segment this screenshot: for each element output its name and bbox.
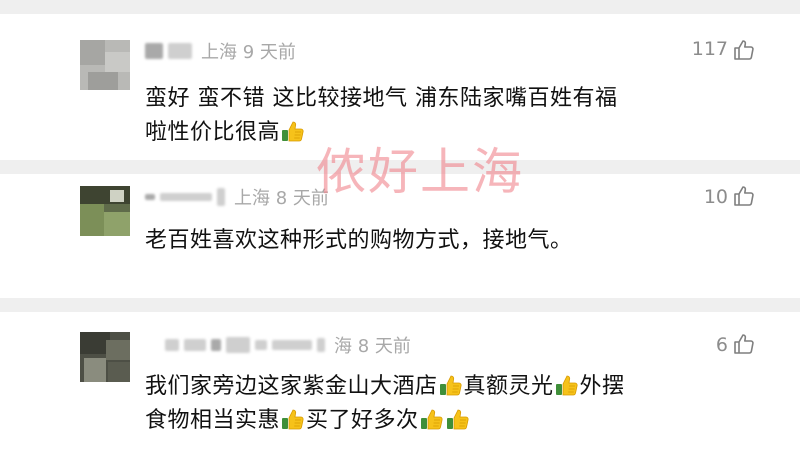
- comment-fragment: 食物相当实惠: [145, 408, 281, 433]
- username-redacted[interactable]: [211, 339, 221, 351]
- like-count: 117: [691, 38, 728, 60]
- username-redacted[interactable]: [168, 43, 192, 59]
- comment-line: 啦性价比很高: [145, 116, 617, 150]
- username-redacted[interactable]: [184, 339, 206, 351]
- avatar[interactable]: [80, 40, 130, 90]
- comment-fragment: 买了好多次: [306, 408, 419, 433]
- thumbs-up-emoji-icon: [446, 407, 470, 431]
- separator: [0, 298, 800, 312]
- location-time: 海 8 天前: [334, 336, 411, 357]
- thumbs-up-emoji-icon: [555, 373, 579, 397]
- top-separator: [0, 0, 800, 14]
- username-redacted[interactable]: [145, 194, 155, 200]
- username-redacted[interactable]: [217, 188, 225, 206]
- thumb-up-outline-icon[interactable]: [732, 38, 756, 62]
- comment-line: 我们家旁边这家紫金山大酒店 真额灵光 外摆: [145, 370, 625, 404]
- separator: [0, 160, 800, 174]
- comment-item: 上海 8 天前 10 老百姓喜欢这种形式的购物方式，接地气。: [0, 174, 800, 298]
- thumbs-up-emoji-icon: [439, 373, 463, 397]
- username-redacted[interactable]: [317, 338, 325, 352]
- thumb-up-outline-icon[interactable]: [732, 184, 756, 208]
- thumbs-up-emoji-icon: [281, 119, 305, 143]
- username-redacted[interactable]: [255, 340, 267, 350]
- comment-line: 老百姓喜欢这种形式的购物方式，接地气。: [145, 228, 573, 253]
- comment-text: 我们家旁边这家紫金山大酒店 真额灵光 外摆 食物相当实惠 买了好多次: [145, 370, 625, 438]
- like-count: 10: [703, 186, 728, 208]
- comment-meta: 上海 8 天前: [145, 184, 329, 210]
- comment-line: 蛮好 蛮不错 这比较接地气 浦东陆家嘴百姓有福: [145, 86, 618, 111]
- username-redacted[interactable]: [272, 340, 312, 350]
- comment-fragment: 真额灵光: [463, 374, 554, 399]
- comment-meta: 海 8 天前: [165, 332, 411, 358]
- avatar[interactable]: [80, 332, 130, 382]
- location-time: 上海 9 天前: [201, 42, 296, 63]
- username-redacted[interactable]: [145, 43, 163, 59]
- comment-text: 蛮好 蛮不错 这比较接地气 浦东陆家嘴百姓有福 啦性价比很高: [145, 82, 617, 150]
- thumbs-up-emoji-icon: [281, 407, 305, 431]
- avatar[interactable]: [80, 186, 130, 236]
- thumbs-up-emoji-icon: [420, 407, 444, 431]
- comment-line: 食物相当实惠 买了好多次: [145, 404, 625, 438]
- thumb-up-outline-icon[interactable]: [732, 332, 756, 356]
- comment-fragment: 外摆: [579, 374, 625, 399]
- like-count: 6: [715, 334, 728, 356]
- comment-item: 上海 9 天前 117 蛮好 蛮不错 这比较接地气 浦东陆家嘴百姓有福 啦性价比…: [0, 14, 800, 160]
- comment-fragment: 我们家旁边这家紫金山大酒店: [145, 374, 438, 399]
- username-redacted[interactable]: [160, 193, 212, 201]
- comment-meta: 上海 9 天前: [145, 38, 296, 64]
- username-redacted[interactable]: [165, 339, 179, 351]
- location-time: 上海 8 天前: [234, 188, 329, 209]
- comment-fragment: 啦性价比很高: [145, 120, 281, 145]
- username-redacted[interactable]: [226, 337, 250, 353]
- comment-text: 老百姓喜欢这种形式的购物方式，接地气。: [145, 224, 573, 258]
- comment-item: 海 8 天前 6 我们家旁边这家紫金山大酒店 真额灵光 外摆 食物相当实惠 买了好多次: [0, 312, 800, 472]
